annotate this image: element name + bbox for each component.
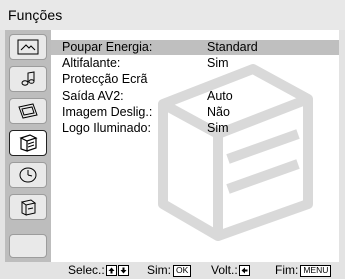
sidebar-item-empty bbox=[9, 234, 47, 258]
tv-menu-screen: Funções Poupar Energia: Standard Altifal… bbox=[0, 0, 345, 279]
footer-select: Selec.: bbox=[68, 262, 129, 279]
up-arrow-key-icon bbox=[105, 265, 117, 276]
sidebar-item-screen[interactable] bbox=[9, 98, 47, 124]
picture-icon bbox=[17, 39, 39, 55]
footer-exit-label: Fim: bbox=[275, 263, 299, 277]
sound-icon bbox=[21, 71, 35, 86]
footer-back: Volt.: bbox=[211, 262, 250, 279]
footer-exit: Fim: MENU bbox=[275, 262, 332, 279]
row-label: Logo Iluminado: bbox=[62, 121, 151, 135]
row-value: Sim bbox=[207, 56, 229, 70]
title-bar: Funções bbox=[0, 0, 345, 30]
left-arrow-key-icon bbox=[238, 265, 250, 276]
row-label: Protecção Ecrã bbox=[62, 72, 148, 86]
footer-help-bar: Selec.: Sim: OK Volt.: Fim: MENU bbox=[0, 262, 345, 279]
row-value: Auto bbox=[207, 89, 233, 103]
ok-key: OK bbox=[173, 264, 192, 277]
settings-icon bbox=[20, 199, 37, 216]
footer-confirm: Sim: OK bbox=[147, 262, 192, 279]
row-label: Saída AV2: bbox=[62, 89, 124, 103]
row-label: Poupar Energia: bbox=[62, 40, 153, 54]
menu-row-logo-illumination[interactable]: Logo Iluminado: Sim bbox=[51, 121, 339, 136]
footer-back-label: Volt.: bbox=[211, 263, 238, 277]
functions-icon bbox=[19, 134, 38, 152]
sidebar bbox=[5, 30, 51, 262]
down-arrow-key-icon bbox=[117, 265, 129, 276]
sidebar-item-sound[interactable] bbox=[9, 66, 47, 92]
menu-row-screen-protection[interactable]: Protecção Ecrã bbox=[51, 72, 339, 87]
menu-title: Funções bbox=[8, 7, 63, 23]
row-label: Imagem Deslig.: bbox=[62, 105, 153, 119]
menu-row-speaker[interactable]: Altifalante: Sim bbox=[51, 56, 339, 71]
clock-icon bbox=[19, 167, 37, 183]
footer-confirm-label: Sim: bbox=[147, 263, 171, 277]
menu-row-power-saving[interactable]: Poupar Energia: Standard bbox=[51, 40, 339, 55]
sidebar-item-clock[interactable] bbox=[9, 162, 47, 188]
row-value: Standard bbox=[207, 40, 258, 54]
screen-icon bbox=[18, 103, 38, 119]
sidebar-item-functions[interactable] bbox=[9, 130, 47, 156]
menu-panel: Poupar Energia: Standard Altifalante: Si… bbox=[51, 30, 339, 262]
row-value: Não bbox=[207, 105, 230, 119]
menu-row-picture-off[interactable]: Imagem Deslig.: Não bbox=[51, 105, 339, 120]
menu-row-av2-output[interactable]: Saída AV2: Auto bbox=[51, 89, 339, 104]
footer-select-label: Selec.: bbox=[68, 263, 105, 277]
row-value: Sim bbox=[207, 121, 229, 135]
sidebar-item-picture[interactable] bbox=[9, 34, 47, 60]
row-label: Altifalante: bbox=[62, 56, 121, 70]
sidebar-item-settings[interactable] bbox=[9, 194, 47, 220]
menu-key: MENU bbox=[300, 264, 332, 277]
